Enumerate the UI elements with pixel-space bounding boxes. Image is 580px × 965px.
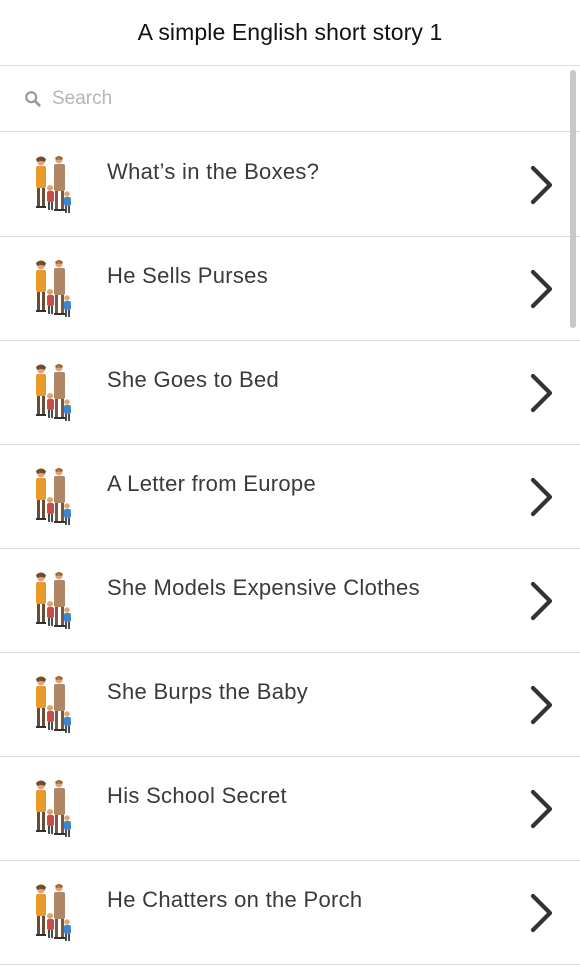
list-item[interactable]: She Burps the Baby <box>0 653 580 757</box>
search-icon <box>25 90 41 107</box>
list-item[interactable]: A Letter from Europe <box>0 445 580 549</box>
page-title: A simple English short story 1 <box>137 19 443 45</box>
story-title: She Goes to Bed <box>107 367 280 392</box>
story-title: He Sells Purses <box>107 263 269 288</box>
story-title: He Chatters on the Porch <box>107 887 363 912</box>
search-input[interactable] <box>50 86 454 111</box>
family-illustration-icon <box>36 884 71 941</box>
family-illustration-icon <box>36 676 71 733</box>
list-item[interactable]: She Models Expensive Clothes <box>0 549 580 653</box>
list-item[interactable]: His School Secret <box>0 757 580 861</box>
family-illustration-icon <box>36 780 71 837</box>
family-illustration-icon <box>36 260 71 317</box>
list-item[interactable]: He Chatters on the Porch <box>0 861 580 965</box>
story-list: What’s in the Boxes? He Sells Purses She… <box>0 133 580 965</box>
list-item[interactable]: He Sells Purses <box>0 237 580 341</box>
scrollbar[interactable] <box>570 70 576 328</box>
search-bar[interactable] <box>0 66 580 132</box>
family-illustration-icon <box>36 572 71 629</box>
family-illustration-icon <box>36 156 71 213</box>
family-illustration-icon <box>36 468 71 525</box>
story-title: His School Secret <box>107 783 287 808</box>
story-title: She Models Expensive Clothes <box>107 575 420 600</box>
story-title: What’s in the Boxes? <box>107 159 320 184</box>
story-title: A Letter from Europe <box>107 471 316 496</box>
story-title: She Burps the Baby <box>107 679 309 704</box>
list-item[interactable]: She Goes to Bed <box>0 341 580 445</box>
chevron-right-icon[interactable] <box>526 267 556 311</box>
chevron-right-icon[interactable] <box>526 891 556 935</box>
app-header: A simple English short story 1 <box>0 0 580 66</box>
chevron-right-icon[interactable] <box>526 371 556 415</box>
chevron-right-icon[interactable] <box>526 163 556 207</box>
family-illustration-icon <box>36 364 71 421</box>
chevron-right-icon[interactable] <box>526 683 556 727</box>
chevron-right-icon[interactable] <box>526 787 556 831</box>
list-item[interactable]: What’s in the Boxes? <box>0 133 580 237</box>
chevron-right-icon[interactable] <box>526 579 556 623</box>
chevron-right-icon[interactable] <box>526 475 556 519</box>
